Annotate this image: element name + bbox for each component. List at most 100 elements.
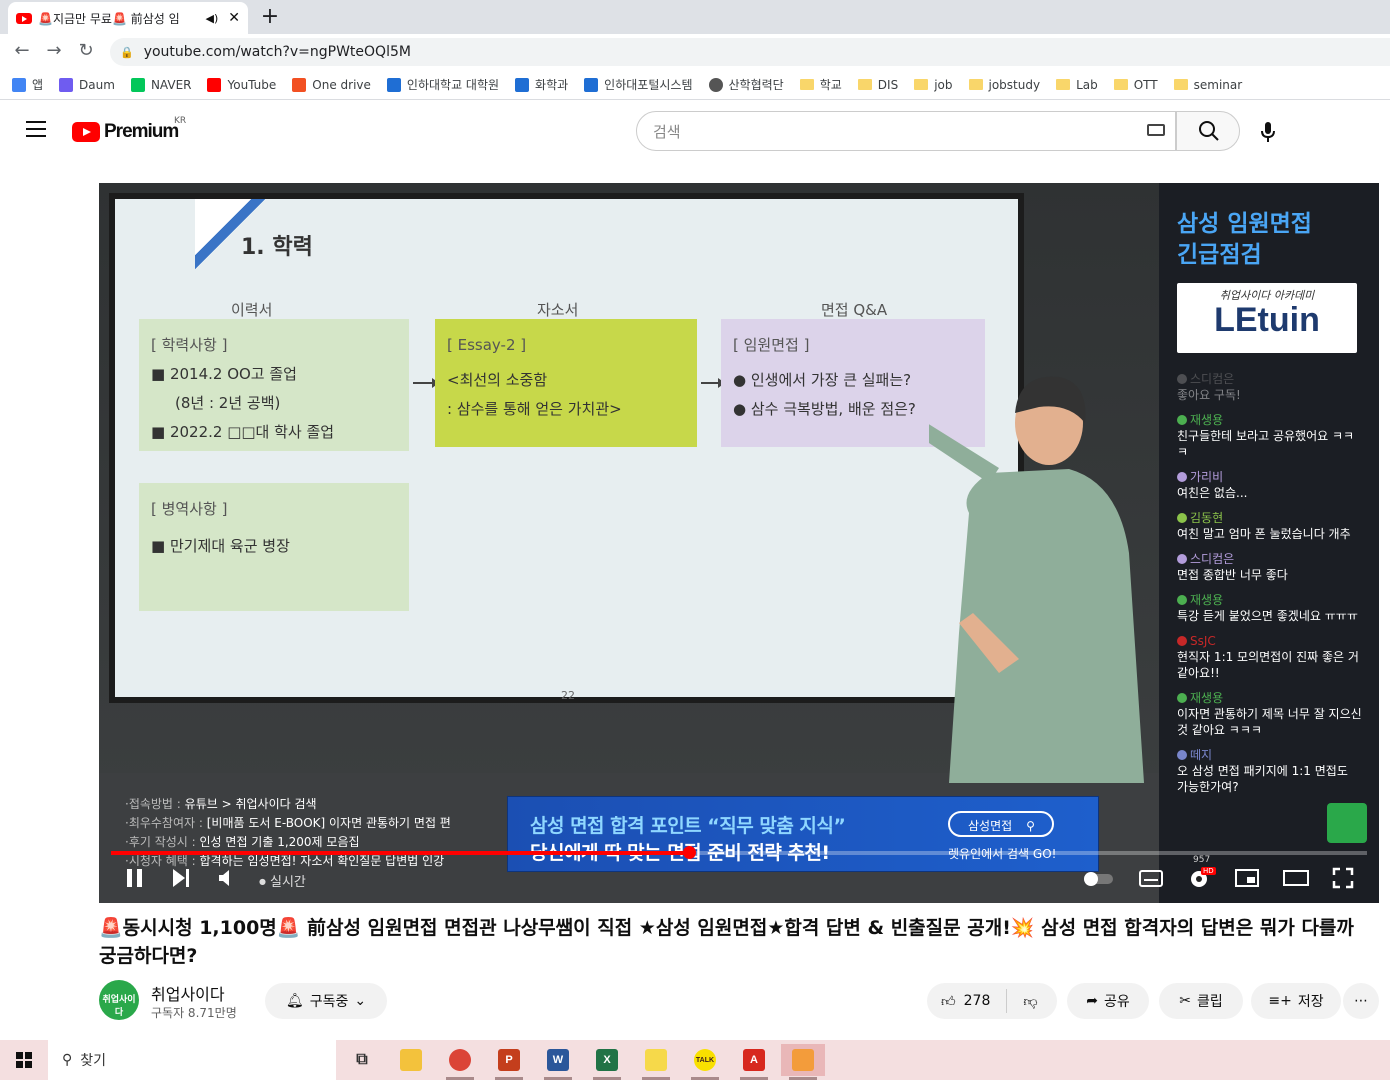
chat-author[interactable]: SsJC — [1177, 633, 1362, 649]
chrome-taskbar-app[interactable] — [438, 1044, 482, 1080]
lock-icon: 🔒 — [120, 45, 134, 59]
bookmark-1[interactable]: Daum — [59, 77, 115, 92]
bookmark-0[interactable]: 앱 — [12, 76, 43, 93]
pause-button[interactable] — [123, 867, 147, 897]
onedrive-icon — [292, 77, 307, 92]
address-bar[interactable]: 🔒 youtube.com/watch?v=ngPWteOQl5M — [110, 38, 1390, 66]
slide-card-education: [ 학력사항 ] ■ 2014.2 OO고 졸업 (8년 : 2년 공백) ■ … — [139, 319, 409, 451]
microphone-icon[interactable] — [1258, 121, 1278, 143]
bookmark-8[interactable]: 산학협력단 — [708, 76, 784, 93]
settings-button[interactable]: HD — [1185, 867, 1216, 897]
bookmark-6[interactable]: 화학과 — [515, 76, 568, 93]
chat-message: 김동현 여친 말고 엄마 폰 눌렀습니다 개추 — [1177, 510, 1362, 542]
bookmark-2[interactable]: NAVER — [130, 77, 192, 92]
chat-message: 스디컴은 좋아요 구독! — [1177, 371, 1362, 403]
chat-message: 재생용 친구들한테 보라고 공유했어요 ㅋㅋㅋ — [1177, 412, 1362, 460]
bookmark-5[interactable]: 인하대학교 대학원 — [386, 76, 499, 93]
reload-button[interactable]: ↻ — [74, 40, 98, 61]
chat-author[interactable]: 가리비 — [1177, 469, 1362, 485]
thumbs-down-icon: 👎︎ — [1023, 993, 1038, 1010]
bookmark-label: Daum — [79, 77, 115, 92]
chat-author[interactable]: 재생용 — [1177, 592, 1362, 608]
bookmark-4[interactable]: One drive — [292, 77, 371, 92]
bookmark-10[interactable]: DIS — [857, 77, 899, 92]
bookmark-label: 인하대포털시스템 — [604, 78, 693, 92]
chat-text: 좋아요 구독! — [1177, 388, 1241, 402]
chat-author[interactable]: 재생용 — [1177, 412, 1362, 428]
sticky-notes-taskbar-app[interactable] — [634, 1044, 678, 1080]
fullscreen-button[interactable] — [1331, 867, 1355, 897]
chat-author[interactable]: 스디컴은 — [1177, 551, 1362, 567]
chat-author[interactable]: 김동현 — [1177, 510, 1362, 526]
share-button[interactable]: ➦ 공유 — [1067, 983, 1149, 1019]
back-button[interactable]: ← — [10, 40, 34, 61]
volume-button[interactable] — [215, 867, 239, 897]
bookmark-7[interactable]: 인하대포털시스템 — [584, 76, 693, 93]
youtube-premium-logo[interactable]: Premium — [72, 121, 179, 143]
miniplayer-button[interactable] — [1235, 867, 1259, 897]
chat-author[interactable]: 재생용 — [1177, 690, 1362, 706]
save-button[interactable]: ≡+ 저장 — [1251, 983, 1341, 1019]
channel-name[interactable]: 취업사이다 — [151, 981, 225, 1005]
info-line: ·최우수참여자 : [비매품 도서 E-BOOK] 이자면 관통하기 면접 편 — [125, 816, 451, 830]
chat-text: 오 삼성 면접 패키지에 1:1 면접도 가능한가여? — [1177, 764, 1348, 794]
chat-text: 여친 말고 엄마 폰 눌렀습니다 개추 — [1177, 527, 1351, 541]
chat-author[interactable]: 스디컴은 — [1177, 371, 1362, 387]
clip-button[interactable]: ✂ 클립 — [1159, 983, 1243, 1019]
search-button[interactable] — [1176, 111, 1240, 151]
word-taskbar-app[interactable]: W — [536, 1044, 580, 1080]
card-line: ■ 만기제대 육군 병장 — [151, 537, 290, 555]
keyboard-icon[interactable] — [1147, 124, 1165, 136]
file-explorer-taskbar-app[interactable] — [389, 1044, 433, 1076]
thumbs-up-icon: 👍︎ — [941, 993, 956, 1010]
speaker-icon[interactable]: ◀) — [206, 12, 219, 25]
bookmark-3[interactable]: YouTube — [207, 77, 276, 92]
search-icon: ⚲ — [1026, 819, 1035, 833]
captions-button[interactable] — [1139, 867, 1163, 897]
live-indicator[interactable]: 실시간 — [259, 871, 306, 890]
bookmark-15[interactable]: seminar — [1173, 78, 1242, 92]
bookmark-9[interactable]: 학교 — [799, 76, 842, 93]
bell-icon: 🔔︎ — [285, 993, 304, 1009]
chat-author[interactable]: 떼지 — [1177, 747, 1362, 763]
ad-banner[interactable]: 삼성 면접 합격 포인트 “직무 맞춤 지식” 당신에게 딱 맞는 면접 준비 … — [507, 796, 1099, 872]
dislike-button[interactable]: 👎︎ — [1023, 993, 1037, 1010]
forward-button[interactable]: → — [42, 40, 66, 61]
search-icon: ⚲ — [62, 1052, 73, 1068]
bookmark-12[interactable]: jobstudy — [968, 78, 1040, 92]
autoplay-toggle[interactable] — [1083, 867, 1115, 897]
bookmark-label: DIS — [877, 77, 899, 92]
browser-tab[interactable]: 🚨지금만 무료🚨 前삼성 임 ◀) ✕ — [8, 2, 248, 34]
bookmarks-bar: 앱 Daum NAVER YouTube One drive 인하대학교 대학원 화학과 인하… — [0, 70, 1390, 100]
chrome-icon — [449, 1049, 471, 1071]
bookmark-13[interactable]: Lab — [1056, 78, 1098, 92]
excel-taskbar-app[interactable]: X — [585, 1044, 629, 1080]
next-button[interactable] — [169, 867, 193, 897]
bookmark-14[interactable]: OTT — [1113, 78, 1158, 92]
video-player[interactable]: 1. 학력 이력서 자소서 면접 Q&A [ 학력사항 ] ■ 2014.2 O… — [99, 183, 1379, 903]
chat-text: 이자면 관통하기 제목 너무 잘 지으신 것 같아요 ㅋㅋㅋ — [1177, 707, 1362, 737]
close-tab-icon[interactable]: ✕ — [228, 10, 240, 26]
menu-icon[interactable] — [26, 121, 46, 137]
kakaotalk-taskbar-app[interactable]: TALK — [683, 1044, 727, 1080]
search-input[interactable]: 검색 — [636, 111, 1176, 151]
live-chat[interactable]: 스디컴은 좋아요 구독! 재생용 친구들한테 보라고 공유했어요 ㅋㅋㅋ 가리비 여친은 … — [1177, 371, 1362, 871]
windows-start-icon[interactable] — [16, 1052, 32, 1068]
taskview-taskbar-app[interactable]: ⧉ — [340, 1044, 384, 1076]
subscribed-button[interactable]: 🔔︎ 구독중 ⌄ — [265, 983, 387, 1019]
like-button[interactable]: 👍︎ 278 — [941, 993, 990, 1010]
more-actions-button[interactable]: ⋯ — [1343, 983, 1379, 1019]
scrubber-handle[interactable] — [682, 846, 696, 859]
progress-bar[interactable] — [111, 846, 1367, 859]
paint-icon — [792, 1049, 814, 1071]
theater-mode-button[interactable] — [1283, 867, 1309, 897]
new-tab-button[interactable]: + — [258, 4, 282, 29]
channel-avatar[interactable]: 취업사이다 — [99, 980, 139, 1020]
taskbar-search[interactable]: ⚲ 찾기 — [48, 1040, 336, 1080]
powerpoint-taskbar-app[interactable]: P — [487, 1044, 531, 1080]
banner-search-pill: 삼성면접 ⚲ — [948, 811, 1054, 837]
paint-taskbar-app[interactable] — [781, 1044, 825, 1080]
bookmark-11[interactable]: job — [914, 78, 953, 92]
bookmark-label: NAVER — [150, 77, 192, 92]
acrobat-taskbar-app[interactable]: A — [732, 1044, 776, 1080]
